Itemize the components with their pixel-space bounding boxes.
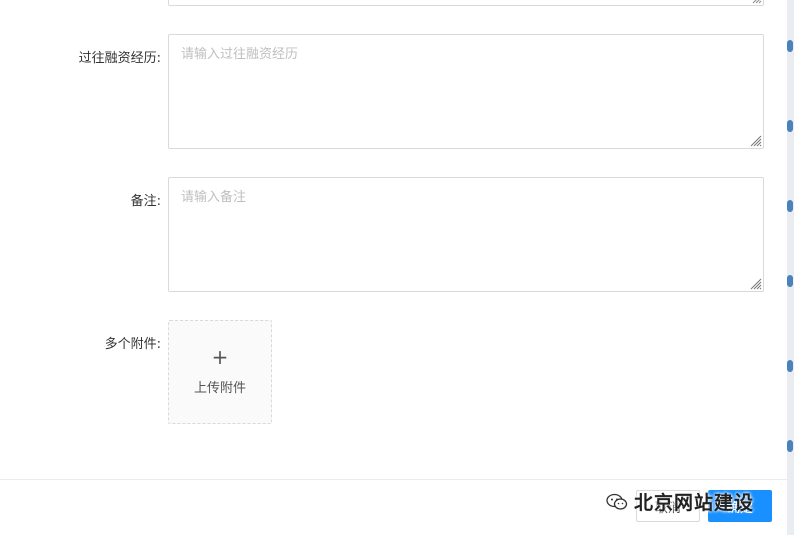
- background-mark: [787, 440, 793, 452]
- plus-icon: +: [211, 345, 229, 369]
- resize-handle-icon[interactable]: [748, 133, 762, 147]
- background-mark: [787, 40, 793, 52]
- remarks-placeholder: 请输入备注: [181, 190, 247, 205]
- resize-handle-icon[interactable]: [748, 276, 762, 290]
- background-mark: [787, 200, 793, 212]
- upload-attachment-label: 上传附件: [193, 381, 246, 396]
- modal-dialog: 过往融资经历: 请输入过往融资经历 备注: 请输入备注 多个附件: + 上传附件…: [0, 0, 787, 535]
- upload-attachment-button[interactable]: + 上传附件: [168, 320, 272, 424]
- background-mark: [787, 120, 793, 132]
- financing-history-textarea[interactable]: 请输入过往融资经历: [168, 34, 764, 149]
- resize-handle-icon[interactable]: [748, 0, 762, 4]
- modal-footer: 取消 确定: [0, 480, 787, 535]
- cancel-button[interactable]: 取消: [636, 490, 700, 522]
- previous-textarea-bottom[interactable]: [168, 0, 764, 6]
- background-mark: [787, 360, 793, 372]
- financing-history-placeholder: 请输入过往融资经历: [181, 47, 299, 62]
- remarks-textarea[interactable]: 请输入备注: [168, 177, 764, 292]
- attachments-label: 多个附件:: [104, 337, 161, 352]
- background-mark: [787, 275, 793, 287]
- ok-button[interactable]: 确定: [708, 490, 772, 522]
- financing-history-label: 过往融资经历:: [78, 51, 161, 66]
- remarks-label: 备注:: [130, 194, 161, 209]
